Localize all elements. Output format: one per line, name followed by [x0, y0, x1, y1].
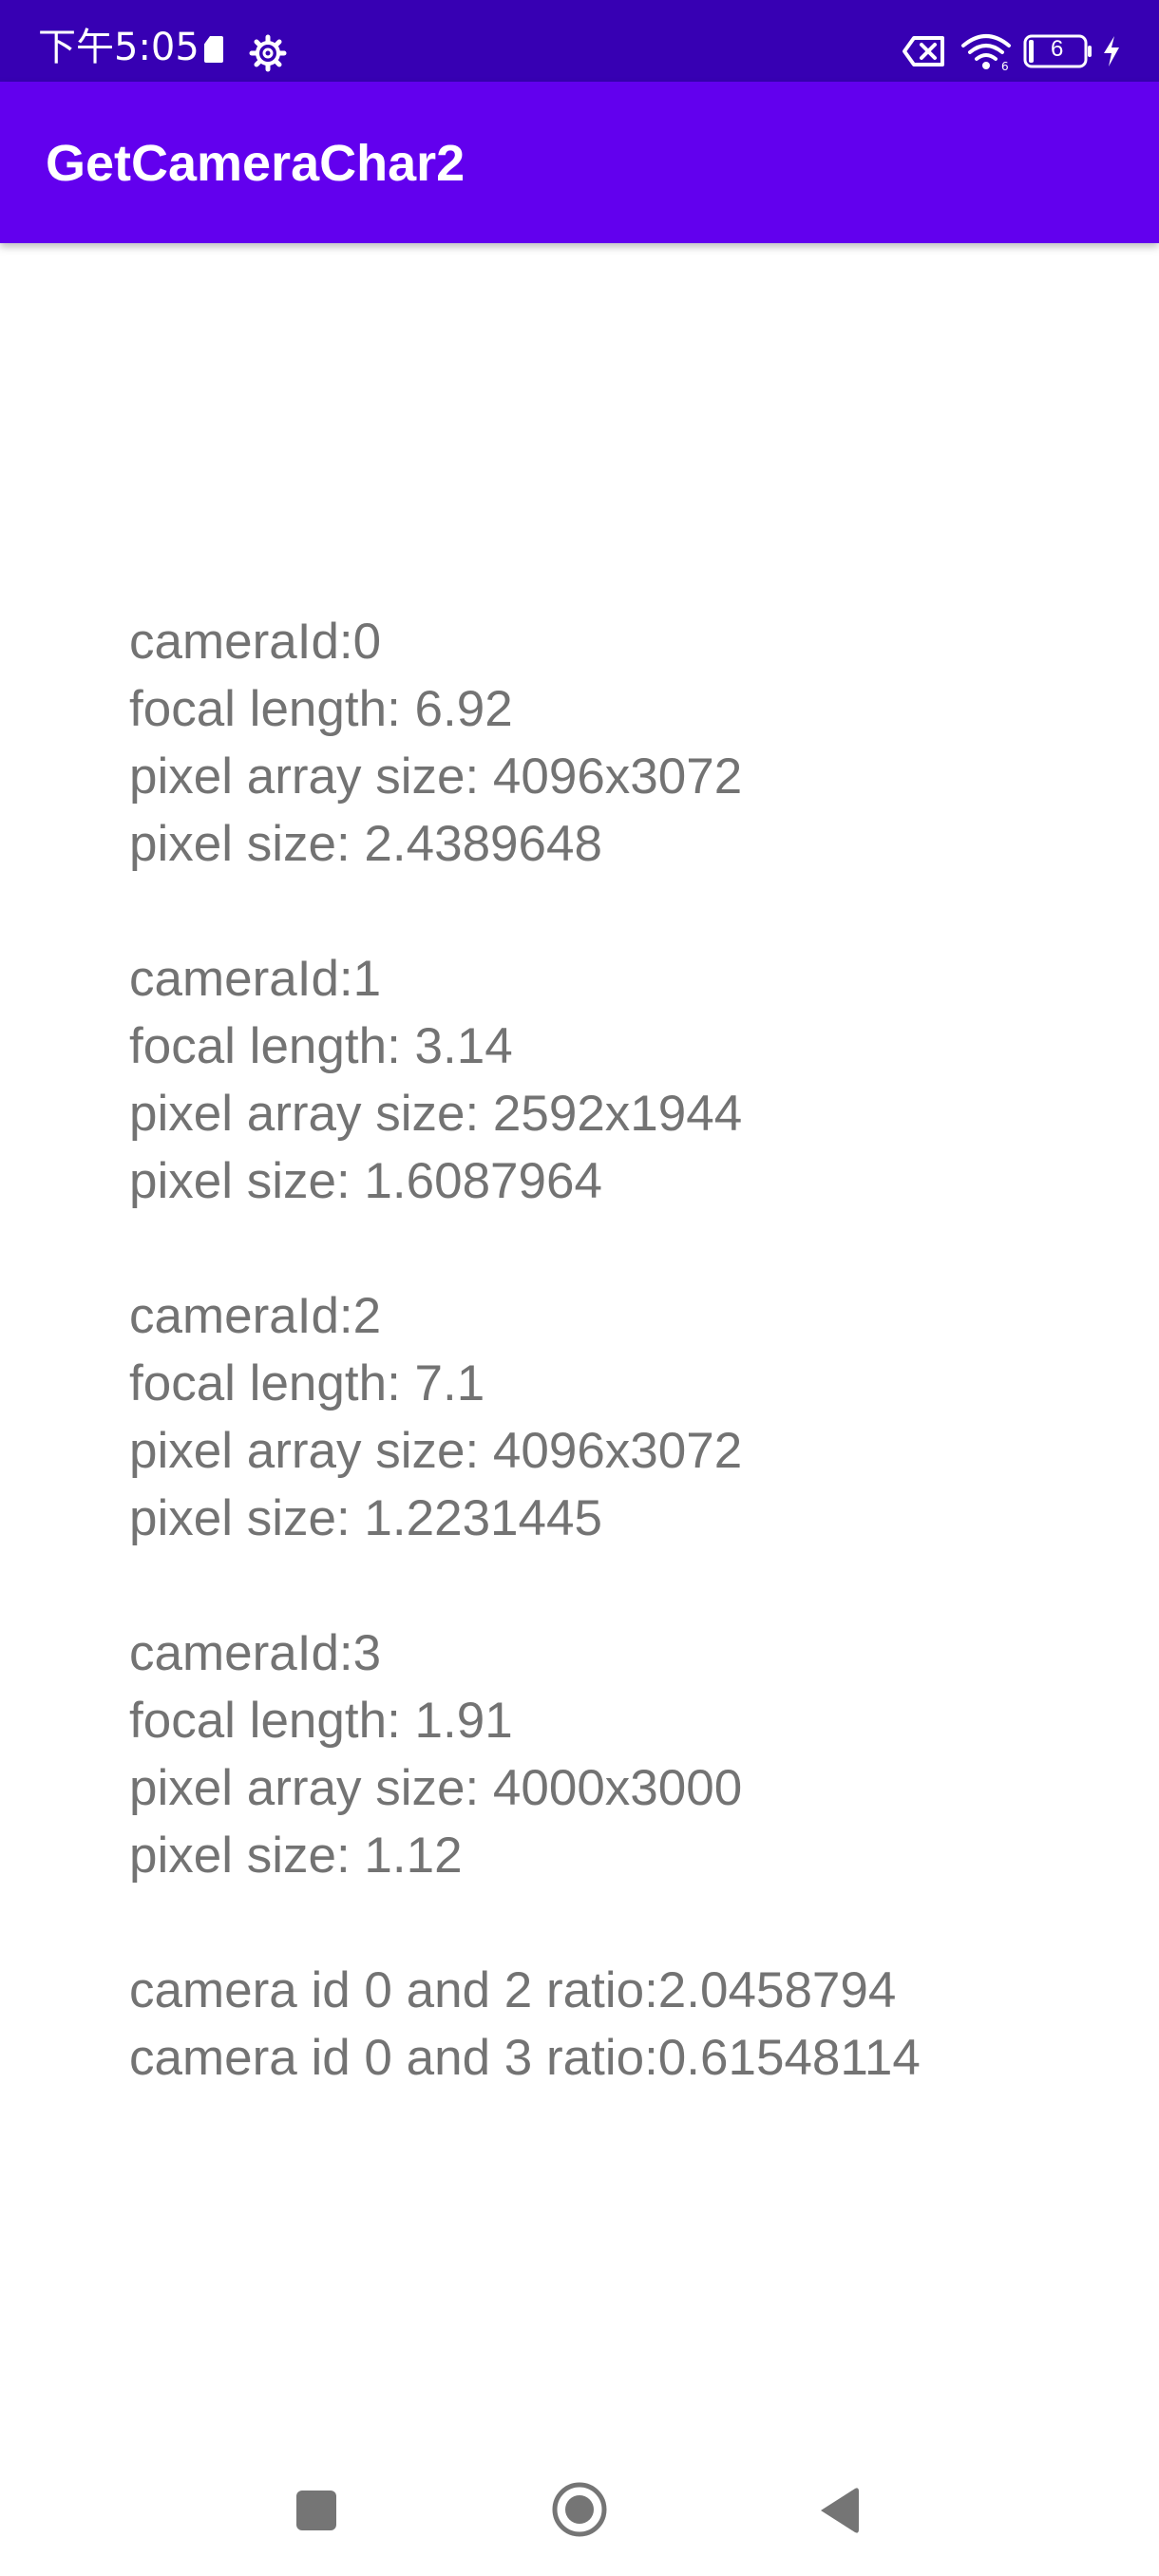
- status-time: 下午5:05: [38, 26, 200, 69]
- navigation-bar: [0, 2432, 1159, 2576]
- focal-length-line: focal length: 1.91: [129, 1693, 513, 1749]
- pixel-array-size-line: pixel array size: 4096x3072: [129, 748, 743, 805]
- ratio-block: camera id 0 and 2 ratio:2.0458794 camera…: [129, 1957, 1079, 2092]
- notification-blocked-icon: [902, 36, 944, 66]
- camera-id-line: cameraId:2: [129, 1288, 382, 1344]
- gear-icon: [249, 34, 287, 72]
- camera-block: cameraId:3 focal length: 1.91 pixel arra…: [129, 1619, 1079, 1889]
- ratio-line: camera id 0 and 3 ratio:0.61548114: [129, 2030, 921, 2086]
- svg-text:6: 6: [1001, 60, 1009, 72]
- sim-card-icon: [204, 36, 223, 63]
- camera-id-line: cameraId:1: [129, 951, 382, 1007]
- back-triangle-icon[interactable]: [817, 2485, 861, 2536]
- wifi-icon: 6: [961, 34, 1011, 72]
- camera-block: cameraId:2 focal length: 7.1 pixel array…: [129, 1282, 1079, 1552]
- pixel-size-line: pixel size: 1.2231445: [129, 1490, 602, 1546]
- camera-block: cameraId:0 focal length: 6.92 pixel arra…: [129, 608, 1079, 878]
- camera-id-line: cameraId:0: [129, 614, 382, 670]
- status-bar: 下午5:05 6 6: [0, 0, 1159, 82]
- battery-level: 6: [1051, 36, 1064, 62]
- camera-block: cameraId:1 focal length: 3.14 pixel arra…: [129, 945, 1079, 1215]
- home-circle-icon[interactable]: [551, 2481, 608, 2538]
- ratio-line: camera id 0 and 2 ratio:2.0458794: [129, 1962, 897, 2018]
- app-bar: GetCameraChar2: [0, 82, 1159, 243]
- pixel-size-line: pixel size: 1.6087964: [129, 1153, 602, 1209]
- camera-info-text: cameraId:0 focal length: 6.92 pixel arra…: [129, 608, 1079, 2092]
- focal-length-line: focal length: 3.14: [129, 1018, 513, 1074]
- camera-id-line: cameraId:3: [129, 1625, 382, 1681]
- pixel-size-line: pixel size: 1.12: [129, 1828, 463, 1884]
- pixel-array-size-line: pixel array size: 4000x3000: [129, 1760, 743, 1816]
- pixel-array-size-line: pixel array size: 2592x1944: [129, 1086, 743, 1142]
- focal-length-line: focal length: 7.1: [129, 1355, 485, 1411]
- focal-length-line: focal length: 6.92: [129, 681, 513, 737]
- recents-square-icon[interactable]: [296, 2491, 336, 2530]
- charging-icon: [1104, 36, 1119, 66]
- pixel-size-line: pixel size: 2.4389648: [129, 816, 602, 872]
- pixel-array-size-line: pixel array size: 4096x3072: [129, 1423, 743, 1479]
- app-title: GetCameraChar2: [46, 135, 466, 192]
